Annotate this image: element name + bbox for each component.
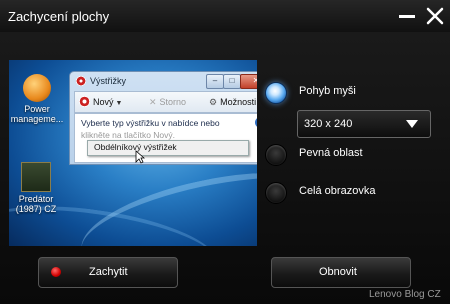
desktop-icon-predator: Predátor (1987) CZ <box>9 162 64 214</box>
snip-options-label: Možnosti <box>220 97 257 107</box>
maximize-icon: □ <box>223 74 241 89</box>
radio-unselected[interactable] <box>265 144 287 166</box>
snip-icon <box>79 96 90 107</box>
snip-cancel-label: Storno <box>159 97 187 107</box>
minimize-button[interactable] <box>396 6 418 26</box>
radio-selected[interactable] <box>265 82 287 104</box>
window-title: Zachycení plochy <box>8 9 110 24</box>
snipping-hint-continued: klikněte na tlačítko Nový. <box>81 130 176 140</box>
snipping-tool-title: Výstřižky <box>90 76 126 86</box>
help-icon: ? <box>255 117 257 128</box>
gear-icon: ⚙ <box>209 97 218 107</box>
close-button[interactable] <box>424 6 446 26</box>
minimize-icon: – <box>206 74 224 89</box>
size-select-value: 320 x 240 <box>304 118 353 130</box>
cancel-icon: ✕ <box>149 97 157 107</box>
refresh-button-label: Obnovit <box>319 266 357 278</box>
chevron-down-icon <box>406 120 418 128</box>
minimize-icon <box>399 15 415 18</box>
snip-new-button: Nový ▼ <box>79 95 122 111</box>
snip-new-label: Nový <box>93 97 114 107</box>
snipping-body: Vyberte typ výstřižku v nabídce nebo kli… <box>74 113 257 163</box>
radio-unselected[interactable] <box>265 182 287 204</box>
capture-button-label: Zachytit <box>89 266 128 278</box>
snipping-tool-icon <box>76 76 86 86</box>
record-icon <box>51 267 61 277</box>
chevron-down-icon: ▼ <box>115 100 123 107</box>
option-label: Pohyb myši <box>299 85 356 97</box>
desktop-icon-power-manager: Power manageme... <box>9 74 65 124</box>
desktop-icon-label: Predátor <box>18 194 54 204</box>
snipping-tool-window: Výstřižky – □ ✕ Nový ▼ ✕ Storno ⚙ Možnosti … <box>69 71 257 165</box>
option-label: Celá obrazovka <box>299 185 376 197</box>
close-icon <box>426 7 444 25</box>
refresh-button[interactable]: Obnovit <box>271 257 411 288</box>
movie-icon <box>21 162 51 192</box>
watermark: Lenovo Blog CZ <box>369 289 441 300</box>
desktop-icon-label: Power <box>24 104 50 114</box>
snipping-hint: Vyberte typ výstřižku v nabídce nebo <box>81 118 220 128</box>
desktop-icon-label: manageme... <box>10 114 64 124</box>
snip-options-button: ⚙ Možnosti <box>209 95 256 109</box>
capture-preview: Power manageme... Predátor (1987) CZ Výs… <box>9 60 257 246</box>
capture-button[interactable]: Zachytit <box>38 257 178 288</box>
size-select[interactable]: 320 x 240 <box>297 110 431 138</box>
power-manager-icon <box>23 74 51 102</box>
desktop-icon-label: (1987) CZ <box>15 204 57 214</box>
close-icon: ✕ <box>240 74 257 89</box>
mouse-cursor-icon <box>135 150 145 164</box>
snipping-toolbar: Nový ▼ ✕ Storno ⚙ Možnosti <box>74 91 257 113</box>
title-bar: Zachycení plochy <box>0 0 450 32</box>
option-label: Pevná oblast <box>299 147 363 159</box>
snip-type-menu: Obdélníkový výstřižek <box>87 140 249 156</box>
snip-cancel-button: ✕ Storno <box>149 95 186 109</box>
